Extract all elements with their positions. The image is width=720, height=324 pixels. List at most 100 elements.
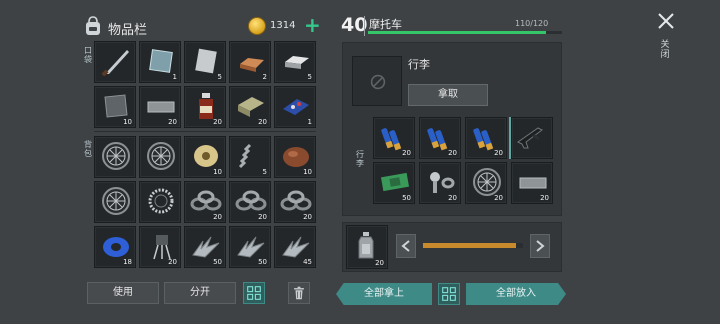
capacity-bar-fill [368, 31, 546, 34]
item-slot[interactable]: 10 [184, 136, 226, 178]
item-slot[interactable]: 45 [274, 226, 316, 268]
fuel-canister-icon [358, 232, 374, 259]
item-quantity: 5 [307, 73, 312, 81]
item-slot[interactable]: 50 [373, 162, 415, 204]
cash-bundle-icon [380, 172, 410, 192]
assault-rifle-icon [517, 127, 543, 149]
empty-slot-icon [370, 74, 386, 90]
item-slot[interactable]: 1 [139, 41, 181, 83]
sort-button[interactable] [243, 282, 265, 304]
metal-scrap-icon [237, 236, 265, 258]
item-slot[interactable]: 18 [94, 226, 136, 268]
item-slot[interactable]: 20 [465, 162, 507, 204]
pocket-label: 口袋 [84, 46, 92, 64]
take-all-button[interactable]: 全部拿上 [336, 283, 432, 305]
split-button[interactable]: 分开 [164, 282, 236, 304]
washer-icon [280, 190, 312, 211]
backpack-label: 背包 [84, 140, 92, 158]
item-slot[interactable]: 2 [229, 41, 271, 83]
steel-plate-icon [104, 94, 128, 118]
item-quantity: 5 [217, 73, 222, 81]
item-slot[interactable]: 10 [274, 136, 316, 178]
glass-pane-icon [149, 49, 173, 73]
inventory-header: 物品栏 1314 + [82, 14, 321, 40]
item-quantity: 20 [448, 149, 457, 157]
selected-marker [509, 117, 511, 159]
fuel-slider-track[interactable] [423, 243, 523, 248]
item-quantity: 5 [262, 168, 267, 176]
vehicle-grid: 20 20 20 50 20 20 20 [373, 117, 553, 204]
item-quantity: 20 [448, 194, 457, 202]
item-slot[interactable] [511, 117, 553, 159]
take-button[interactable]: 拿取 [408, 84, 488, 106]
vehicle-sort-button[interactable] [438, 283, 460, 305]
luggage-slot[interactable] [352, 56, 402, 106]
close-button[interactable] [655, 10, 677, 32]
item-slot[interactable]: 1 [274, 86, 316, 128]
item-slot[interactable]: 20 [465, 117, 507, 159]
item-quantity: 20 [168, 258, 177, 266]
item-slot[interactable]: 20 [419, 162, 461, 204]
item-slot[interactable] [139, 136, 181, 178]
section-divider [94, 131, 316, 132]
discard-button[interactable] [288, 282, 310, 304]
item-slot[interactable]: 5 [274, 41, 316, 83]
item-slot[interactable]: 5 [184, 41, 226, 83]
item-slot[interactable] [94, 136, 136, 178]
wheel-icon [102, 187, 130, 215]
item-quantity: 10 [123, 118, 132, 126]
trash-icon [294, 286, 304, 300]
pocket-grid: 1 5 2 5 10 20 20 20 1 [94, 41, 316, 128]
item-quantity: 20 [402, 149, 411, 157]
bearing-icon [148, 188, 174, 214]
fuel-increase-button[interactable] [530, 234, 550, 258]
item-slot[interactable]: 20 [419, 117, 461, 159]
item-slot[interactable]: 50 [184, 226, 226, 268]
item-quantity: 50 [402, 194, 411, 202]
use-button[interactable]: 使用 [87, 282, 159, 304]
item-slot[interactable]: 5 [229, 136, 271, 178]
item-quantity: 20 [540, 194, 549, 202]
fuel-slider-fill [423, 243, 516, 248]
item-slot[interactable]: 20 [184, 86, 226, 128]
item-quantity: 20 [168, 118, 177, 126]
item-slot[interactable] [139, 181, 181, 223]
item-slot[interactable]: 20 [139, 226, 181, 268]
header-separator [364, 16, 365, 36]
grid-icon [247, 286, 261, 300]
wheel-icon [473, 168, 501, 196]
item-slot[interactable]: 20 [184, 181, 226, 223]
item-slot[interactable]: 20 [511, 162, 553, 204]
item-slot[interactable]: 20 [373, 117, 415, 159]
item-slot[interactable] [94, 41, 136, 83]
add-coins-button[interactable]: + [304, 15, 321, 35]
wheel-icon [102, 142, 130, 170]
item-slot[interactable]: 20 [274, 181, 316, 223]
chevron-right-icon [536, 240, 545, 252]
fuel-decrease-button[interactable] [396, 234, 416, 258]
item-slot[interactable]: 10 [94, 86, 136, 128]
transistor-icon [153, 235, 171, 260]
item-slot[interactable]: 20 [229, 86, 271, 128]
wheel-icon [147, 142, 175, 170]
item-slot[interactable]: 50 [229, 226, 271, 268]
item-slot[interactable]: 20 [139, 86, 181, 128]
close-icon [658, 13, 674, 29]
fuel-slot[interactable]: 20 [346, 225, 388, 269]
coin-icon [248, 17, 266, 35]
vehicle-capacity: 110/120 [515, 19, 549, 28]
put-all-button[interactable]: 全部放入 [466, 283, 566, 305]
close-label: 关闭 [660, 40, 670, 60]
spring-icon [238, 143, 252, 169]
metal-bar-icon [147, 101, 175, 113]
item-quantity: 20 [213, 118, 222, 126]
circuit-board-icon [283, 99, 309, 115]
item-quantity: 10 [213, 168, 222, 176]
washer-icon [190, 190, 222, 211]
item-quantity: 20 [303, 213, 312, 221]
grid-icon [442, 287, 456, 301]
vehicle-name: 摩托车 [369, 18, 402, 31]
item-slot[interactable] [94, 181, 136, 223]
item-slot[interactable]: 20 [229, 181, 271, 223]
item-quantity: 45 [303, 258, 312, 266]
